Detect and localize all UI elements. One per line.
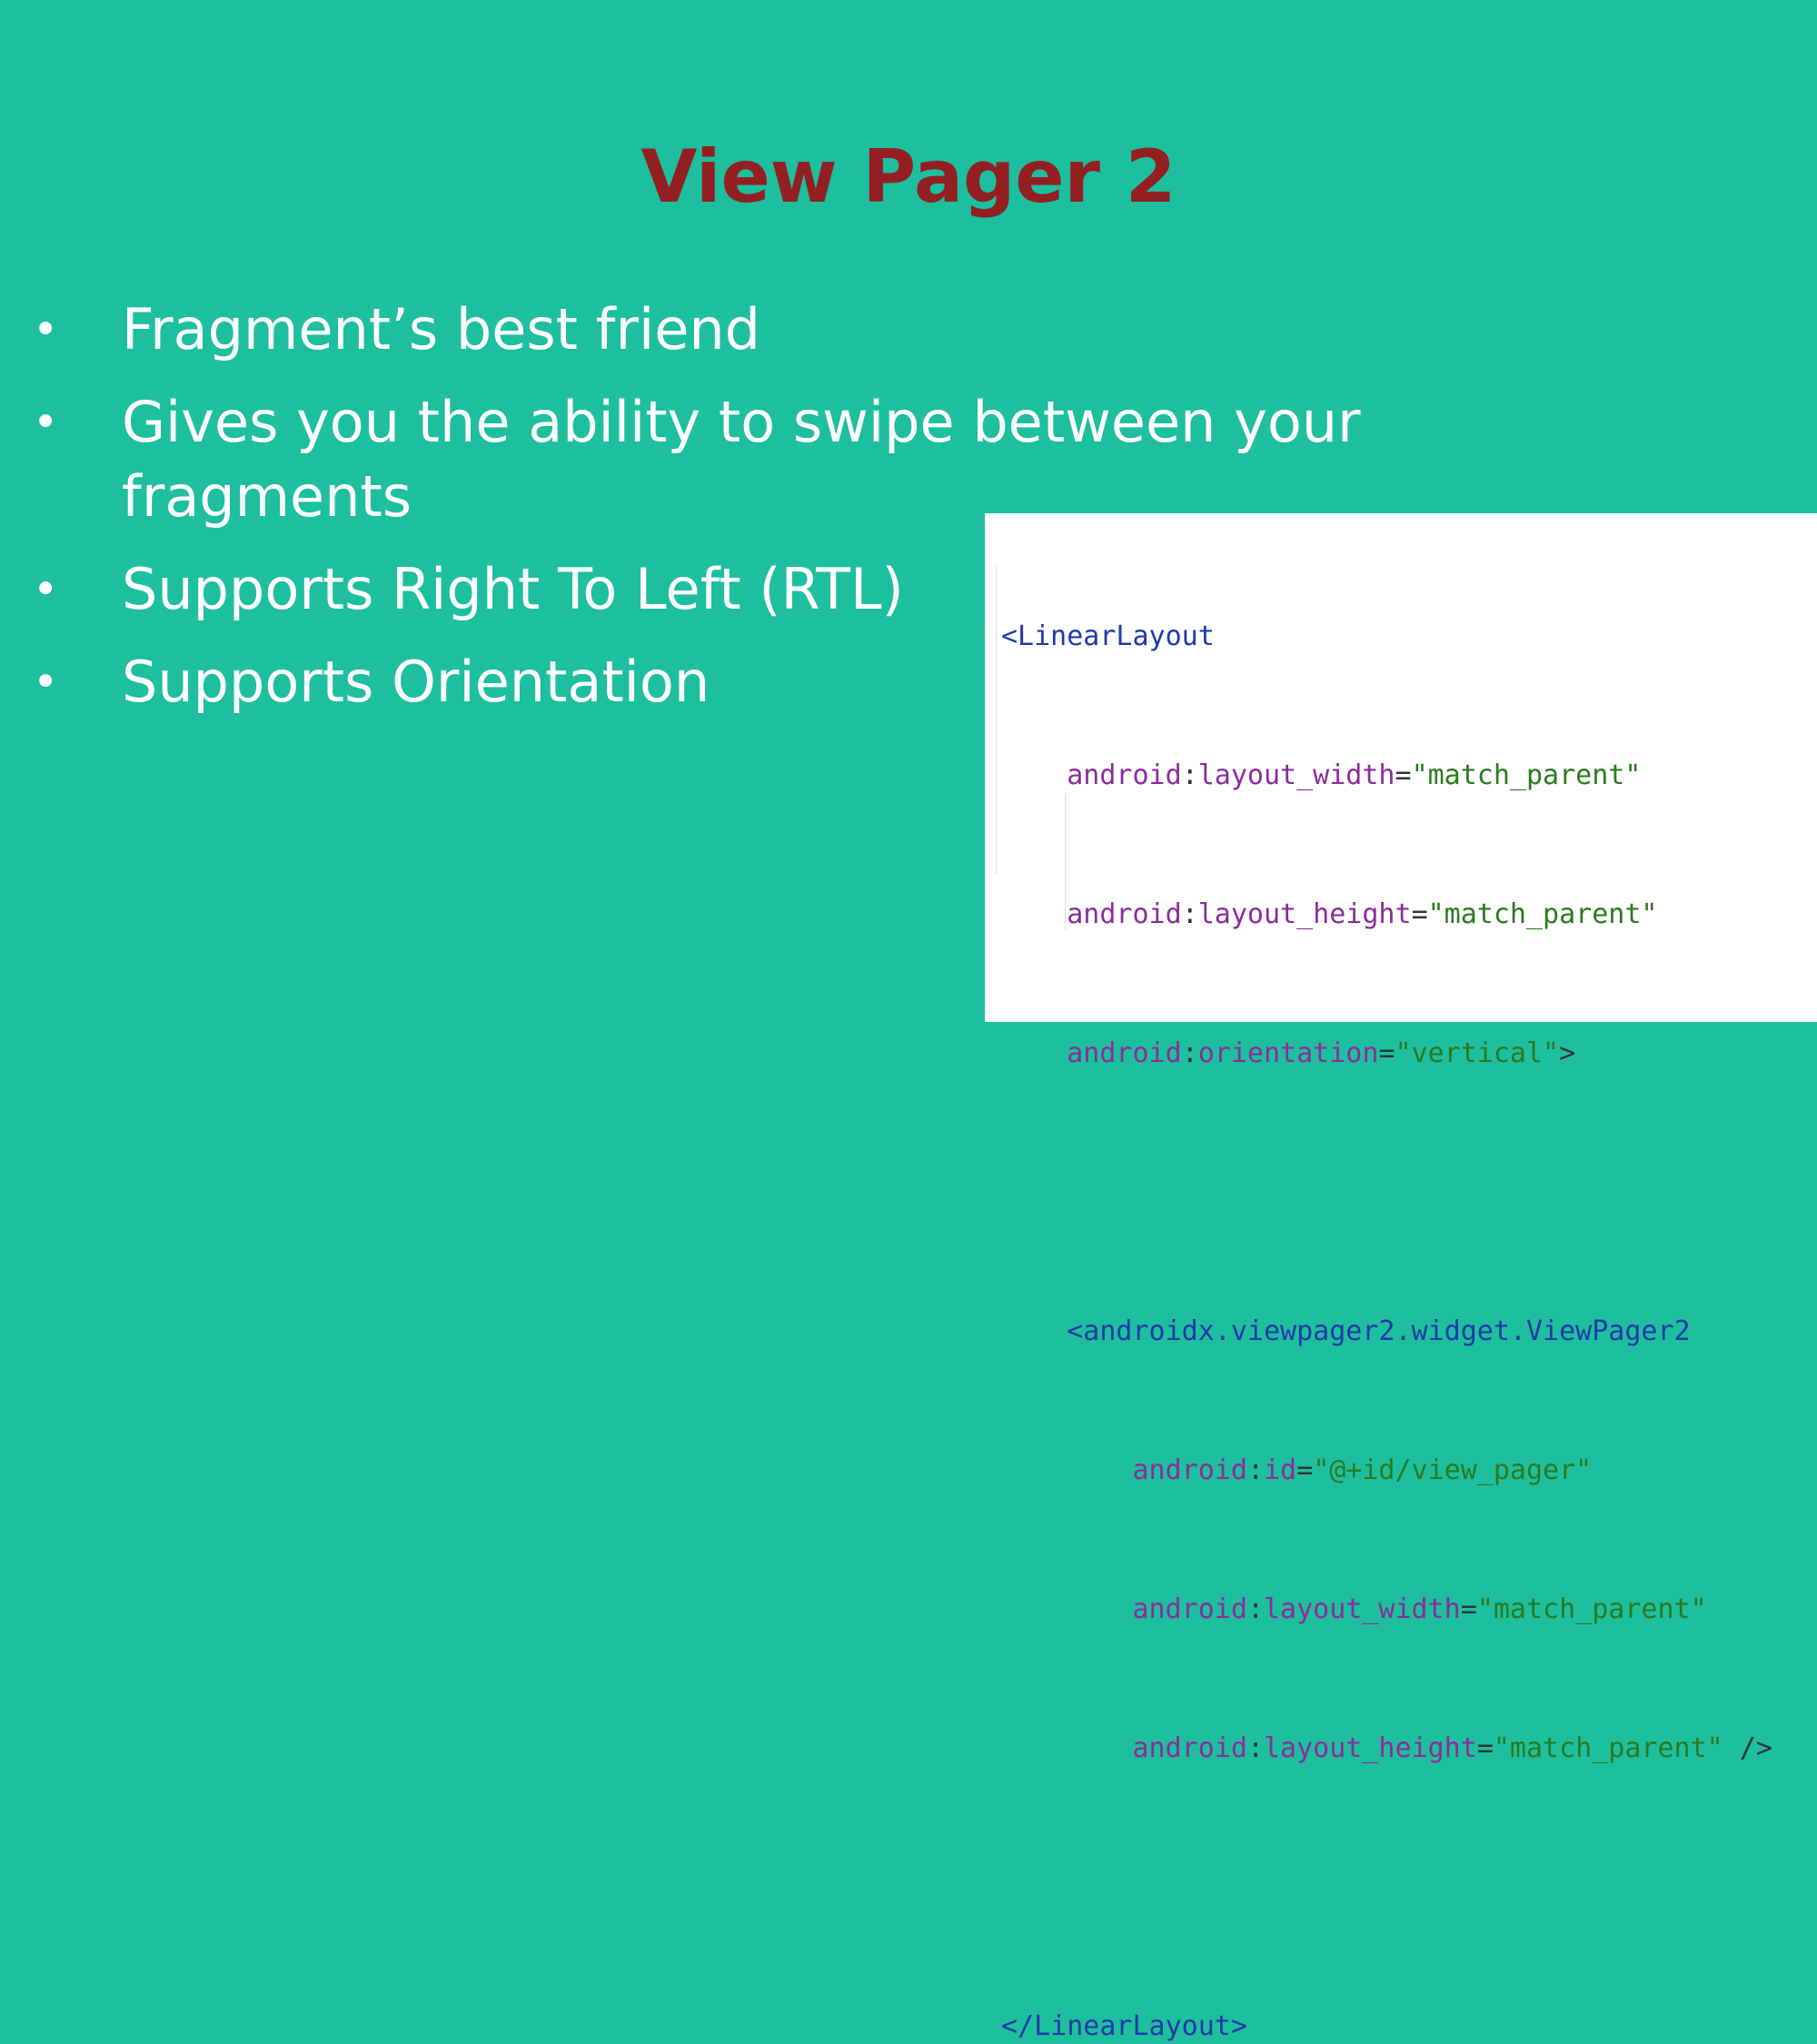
- code-line: <LinearLayout: [1001, 613, 1772, 660]
- code-line: </LinearLayout>: [1001, 2003, 1772, 2044]
- bullet-text: Fragment’s best friend: [122, 296, 761, 362]
- bullet-dot-icon: •: [33, 657, 59, 708]
- code-attr-name: layout_height: [1264, 1732, 1477, 1764]
- code-line: <androidx.viewpager2.widget.ViewPager2: [1001, 1308, 1772, 1354]
- code-attr-name: layout_width: [1264, 1593, 1461, 1625]
- code-tag: <androidx.viewpager2.widget.ViewPager2: [1067, 1315, 1691, 1347]
- code-line: android:orientation="vertical">: [1067, 1037, 1576, 1069]
- code-attr-value: "@+id/view_pager": [1313, 1454, 1593, 1486]
- code-line: android:layout_height="match_parent" />: [1132, 1732, 1772, 1764]
- code-attr-namespace: android: [1067, 898, 1182, 930]
- code-line: android:id="@+id/view_pager": [1132, 1454, 1593, 1486]
- code-attr-name: layout_height: [1197, 898, 1412, 930]
- code-punct: />: [1723, 1732, 1772, 1764]
- bullet-text: Gives you the ability to swipe between y…: [122, 389, 1361, 530]
- code-attr-value: "match_parent": [1476, 1593, 1707, 1625]
- code-line: android:layout_width="match_parent": [1132, 1593, 1707, 1625]
- code-attr-name: orientation: [1197, 1037, 1379, 1069]
- code-attr-namespace: android: [1132, 1593, 1247, 1625]
- code-line: android:layout_width="match_parent": [1067, 759, 1642, 791]
- indent-guide: [996, 565, 997, 874]
- code-attr-value: "match_parent": [1411, 759, 1642, 791]
- code-punct: >: [1559, 1037, 1576, 1069]
- bullet-text: Supports Right To Left (RTL): [122, 556, 904, 622]
- code-attr-namespace: android: [1067, 759, 1182, 791]
- bullet-item: • Gives you the ability to swipe between…: [33, 385, 1412, 534]
- code-attr-namespace: android: [1132, 1732, 1247, 1764]
- code-snippet-panel: <LinearLayout android:layout_width="matc…: [985, 513, 1817, 2042]
- bullet-dot-icon: •: [33, 397, 59, 448]
- bullet-dot-icon: •: [33, 564, 59, 615]
- code-attr-namespace: android: [1132, 1454, 1247, 1486]
- bullet-text: Supports Orientation: [122, 649, 710, 715]
- code-line: android:layout_height="match_parent": [1067, 898, 1658, 930]
- code-attr-namespace: android: [1067, 1037, 1182, 1069]
- slide-title: View Pager 2: [640, 134, 1177, 219]
- code-block: <LinearLayout android:layout_width="matc…: [1001, 521, 1772, 2044]
- code-attr-value: "match_parent": [1493, 1732, 1723, 1764]
- code-attr-name: id: [1264, 1454, 1297, 1486]
- code-attr-name: layout_width: [1197, 759, 1395, 791]
- code-tag: </LinearLayout>: [1001, 2010, 1247, 2042]
- code-attr-value: "match_parent": [1427, 898, 1658, 930]
- bullet-dot-icon: •: [33, 304, 59, 355]
- code-attr-value: "vertical": [1395, 1037, 1560, 1069]
- code-tag: <LinearLayout: [1001, 620, 1215, 652]
- bullet-item: • Fragment’s best friend: [33, 293, 1412, 367]
